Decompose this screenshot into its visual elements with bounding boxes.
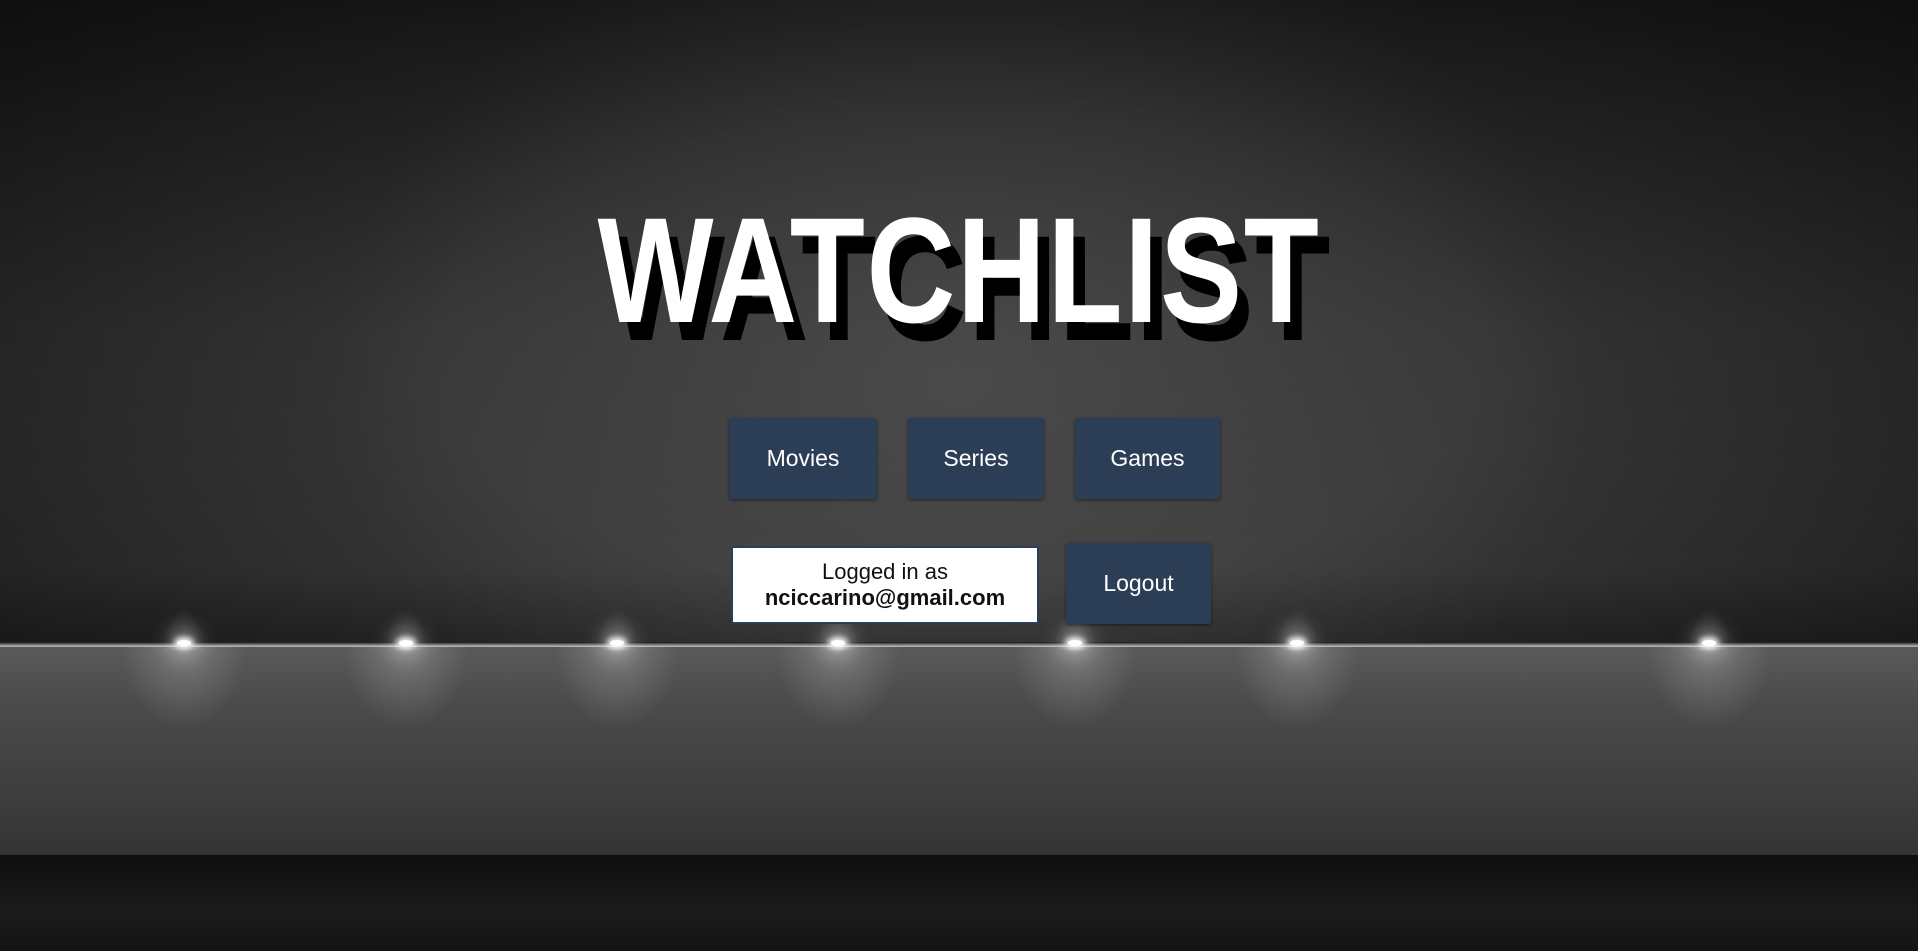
user-email: nciccarino@gmail.com <box>764 585 1006 610</box>
spotlight-beam <box>154 540 214 650</box>
floor-glow <box>748 646 928 796</box>
logged-in-label: Logged in as <box>822 559 948 584</box>
spotlight-beam <box>376 540 436 650</box>
spotlight-beam <box>1679 540 1739 650</box>
movies-button[interactable]: Movies <box>729 418 877 499</box>
stage-base <box>0 855 1918 951</box>
stage-light <box>610 640 624 646</box>
stage-light <box>1290 640 1304 646</box>
spotlight-beam <box>1267 540 1327 650</box>
games-button-label: Games <box>1110 445 1185 471</box>
movies-button-label: Movies <box>766 445 840 471</box>
logged-in-user-box: Logged in as nciccarino@gmail.com <box>731 546 1039 624</box>
floor-glow <box>1207 646 1387 796</box>
logout-button-label: Logout <box>1103 570 1174 596</box>
floor-glow <box>1619 646 1799 796</box>
stage-light <box>399 640 413 646</box>
floor-glow <box>985 646 1165 796</box>
page-background: WATCHLIST Movies Series Games Logged in … <box>0 0 1918 951</box>
stage-light <box>177 640 191 646</box>
floor-glow <box>94 646 274 796</box>
stage-light <box>1702 640 1716 646</box>
games-button[interactable]: Games <box>1075 418 1220 499</box>
series-button[interactable]: Series <box>908 418 1044 499</box>
logout-button[interactable]: Logout <box>1066 543 1211 624</box>
app-title: WATCHLIST <box>597 186 1321 354</box>
floor-glow <box>527 646 707 796</box>
stage-light <box>1068 640 1082 646</box>
series-button-label: Series <box>943 445 1009 471</box>
floor-glow <box>316 646 496 796</box>
stage-light <box>831 640 845 646</box>
spotlight-beam <box>587 540 647 650</box>
